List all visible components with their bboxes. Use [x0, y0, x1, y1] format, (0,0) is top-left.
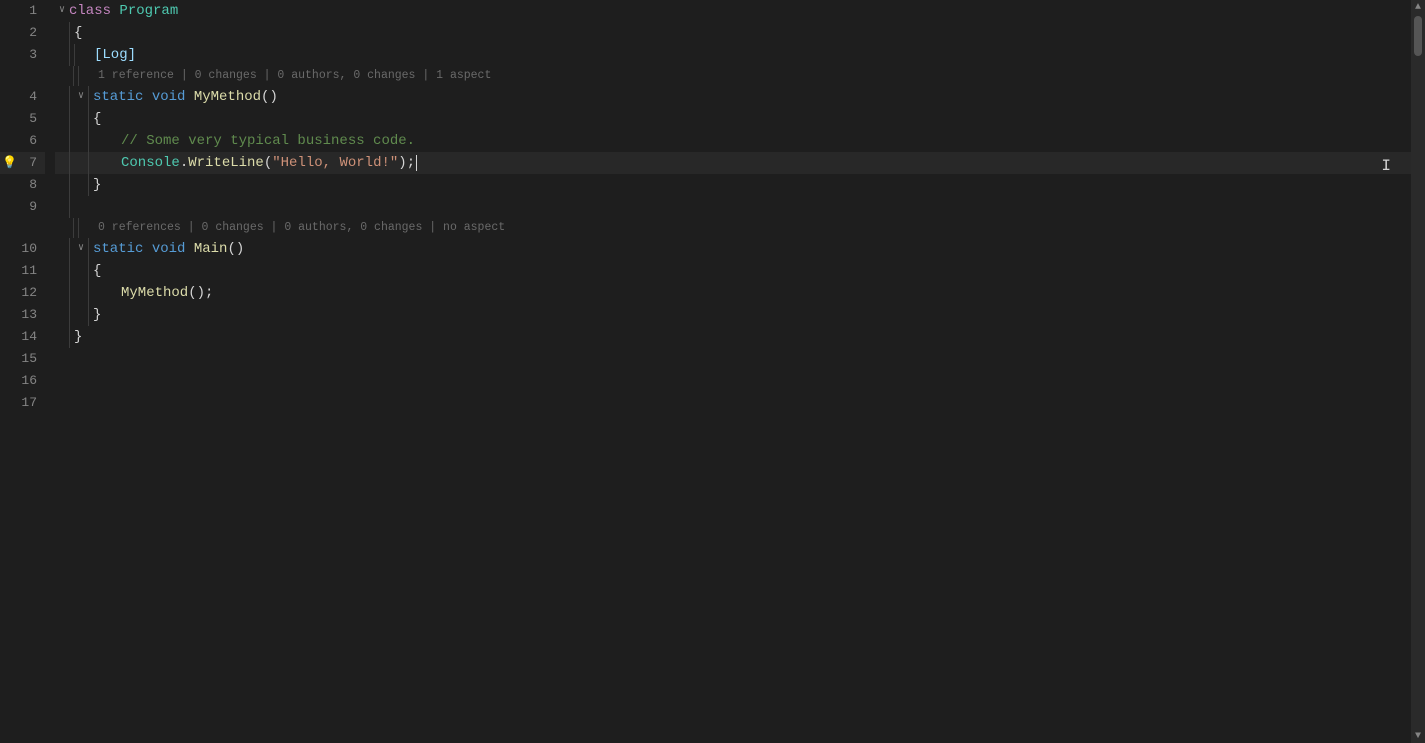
line-num-6: 6 [0, 130, 45, 152]
meta-text-2: 0 references | 0 changes | 0 authors, 0 … [98, 218, 505, 238]
line-num-1: 1 [0, 0, 45, 22]
editor: 1 2 3 4 5 6 💡 7 8 9 10 11 12 13 14 [0, 0, 1425, 743]
code-line-10[interactable]: ∨ static void Main() [55, 238, 1411, 260]
code-line-3[interactable]: [Log] [55, 44, 1411, 66]
code-line-17[interactable] [55, 392, 1411, 414]
line-num-8: 8 [0, 174, 45, 196]
line-num-5: 5 [0, 108, 45, 130]
meta-text-1: 1 reference | 0 changes | 0 authors, 0 c… [98, 66, 491, 86]
code-line-7[interactable]: Console.WriteLine("Hello, World!"); I [55, 152, 1411, 174]
line-num-meta-2 [0, 218, 45, 238]
code-editor[interactable]: ∨ class Program { [Log] 1 reference | 0 … [55, 0, 1411, 743]
line-num-15: 15 [0, 348, 45, 370]
line-num-meta-1 [0, 66, 45, 86]
line-num-2: 2 [0, 22, 45, 44]
indent-guide-2 [88, 238, 89, 260]
indent-guide-2 [74, 44, 75, 66]
line-gutter: 1 2 3 4 5 6 💡 7 8 9 10 11 12 13 14 [0, 0, 55, 743]
lightbulb-icon[interactable]: 💡 [2, 152, 17, 174]
code-line-1[interactable]: ∨ class Program [55, 0, 1411, 22]
code-line-6[interactable]: // Some very typical business code. [55, 130, 1411, 152]
line-num-9: 9 [0, 196, 45, 218]
line-num-17: 17 [0, 392, 45, 414]
code-line-14[interactable]: } [55, 326, 1411, 348]
code-line-13[interactable]: } [55, 304, 1411, 326]
collapse-btn-10[interactable]: ∨ [74, 238, 88, 260]
text-cursor [416, 155, 417, 171]
code-line-11[interactable]: { [55, 260, 1411, 282]
line-num-12: 12 [0, 282, 45, 304]
meta-line-2[interactable]: 0 references | 0 changes | 0 authors, 0 … [55, 218, 1411, 238]
line-num-11: 11 [0, 260, 45, 282]
scroll-down-arrow[interactable]: ▼ [1411, 729, 1425, 743]
code-line-5[interactable]: { [55, 108, 1411, 130]
code-line-12[interactable]: MyMethod(); [55, 282, 1411, 304]
collapse-btn-1[interactable]: ∨ [55, 0, 69, 22]
code-line-9[interactable] [55, 196, 1411, 218]
code-line-15[interactable] [55, 348, 1411, 370]
indent-guide [69, 44, 70, 66]
class-name: Program [119, 0, 178, 22]
line-num-13: 13 [0, 304, 45, 326]
scroll-up-arrow[interactable]: ▲ [1411, 0, 1425, 14]
code-line-8[interactable]: } [55, 174, 1411, 196]
indent-guide-2 [88, 86, 89, 108]
line-num-16: 16 [0, 370, 45, 392]
line-num-7: 💡 7 [0, 152, 45, 174]
scroll-thumb[interactable] [1414, 16, 1422, 56]
indent-guide [69, 86, 70, 108]
line-num-14: 14 [0, 326, 45, 348]
vertical-scrollbar[interactable]: ▲ ▼ [1411, 0, 1425, 743]
line-num-4: 4 [0, 86, 45, 108]
code-line-2[interactable]: { [55, 22, 1411, 44]
line-num-10: 10 [0, 238, 45, 260]
indent-guide [69, 22, 70, 44]
line-num-3: 3 [0, 44, 45, 66]
meta-line-1[interactable]: 1 reference | 0 changes | 0 authors, 0 c… [55, 66, 1411, 86]
collapse-btn-4[interactable]: ∨ [74, 86, 88, 108]
code-line-16[interactable] [55, 370, 1411, 392]
keyword-class: class [69, 0, 119, 22]
code-line-4[interactable]: ∨ static void MyMethod() [55, 86, 1411, 108]
